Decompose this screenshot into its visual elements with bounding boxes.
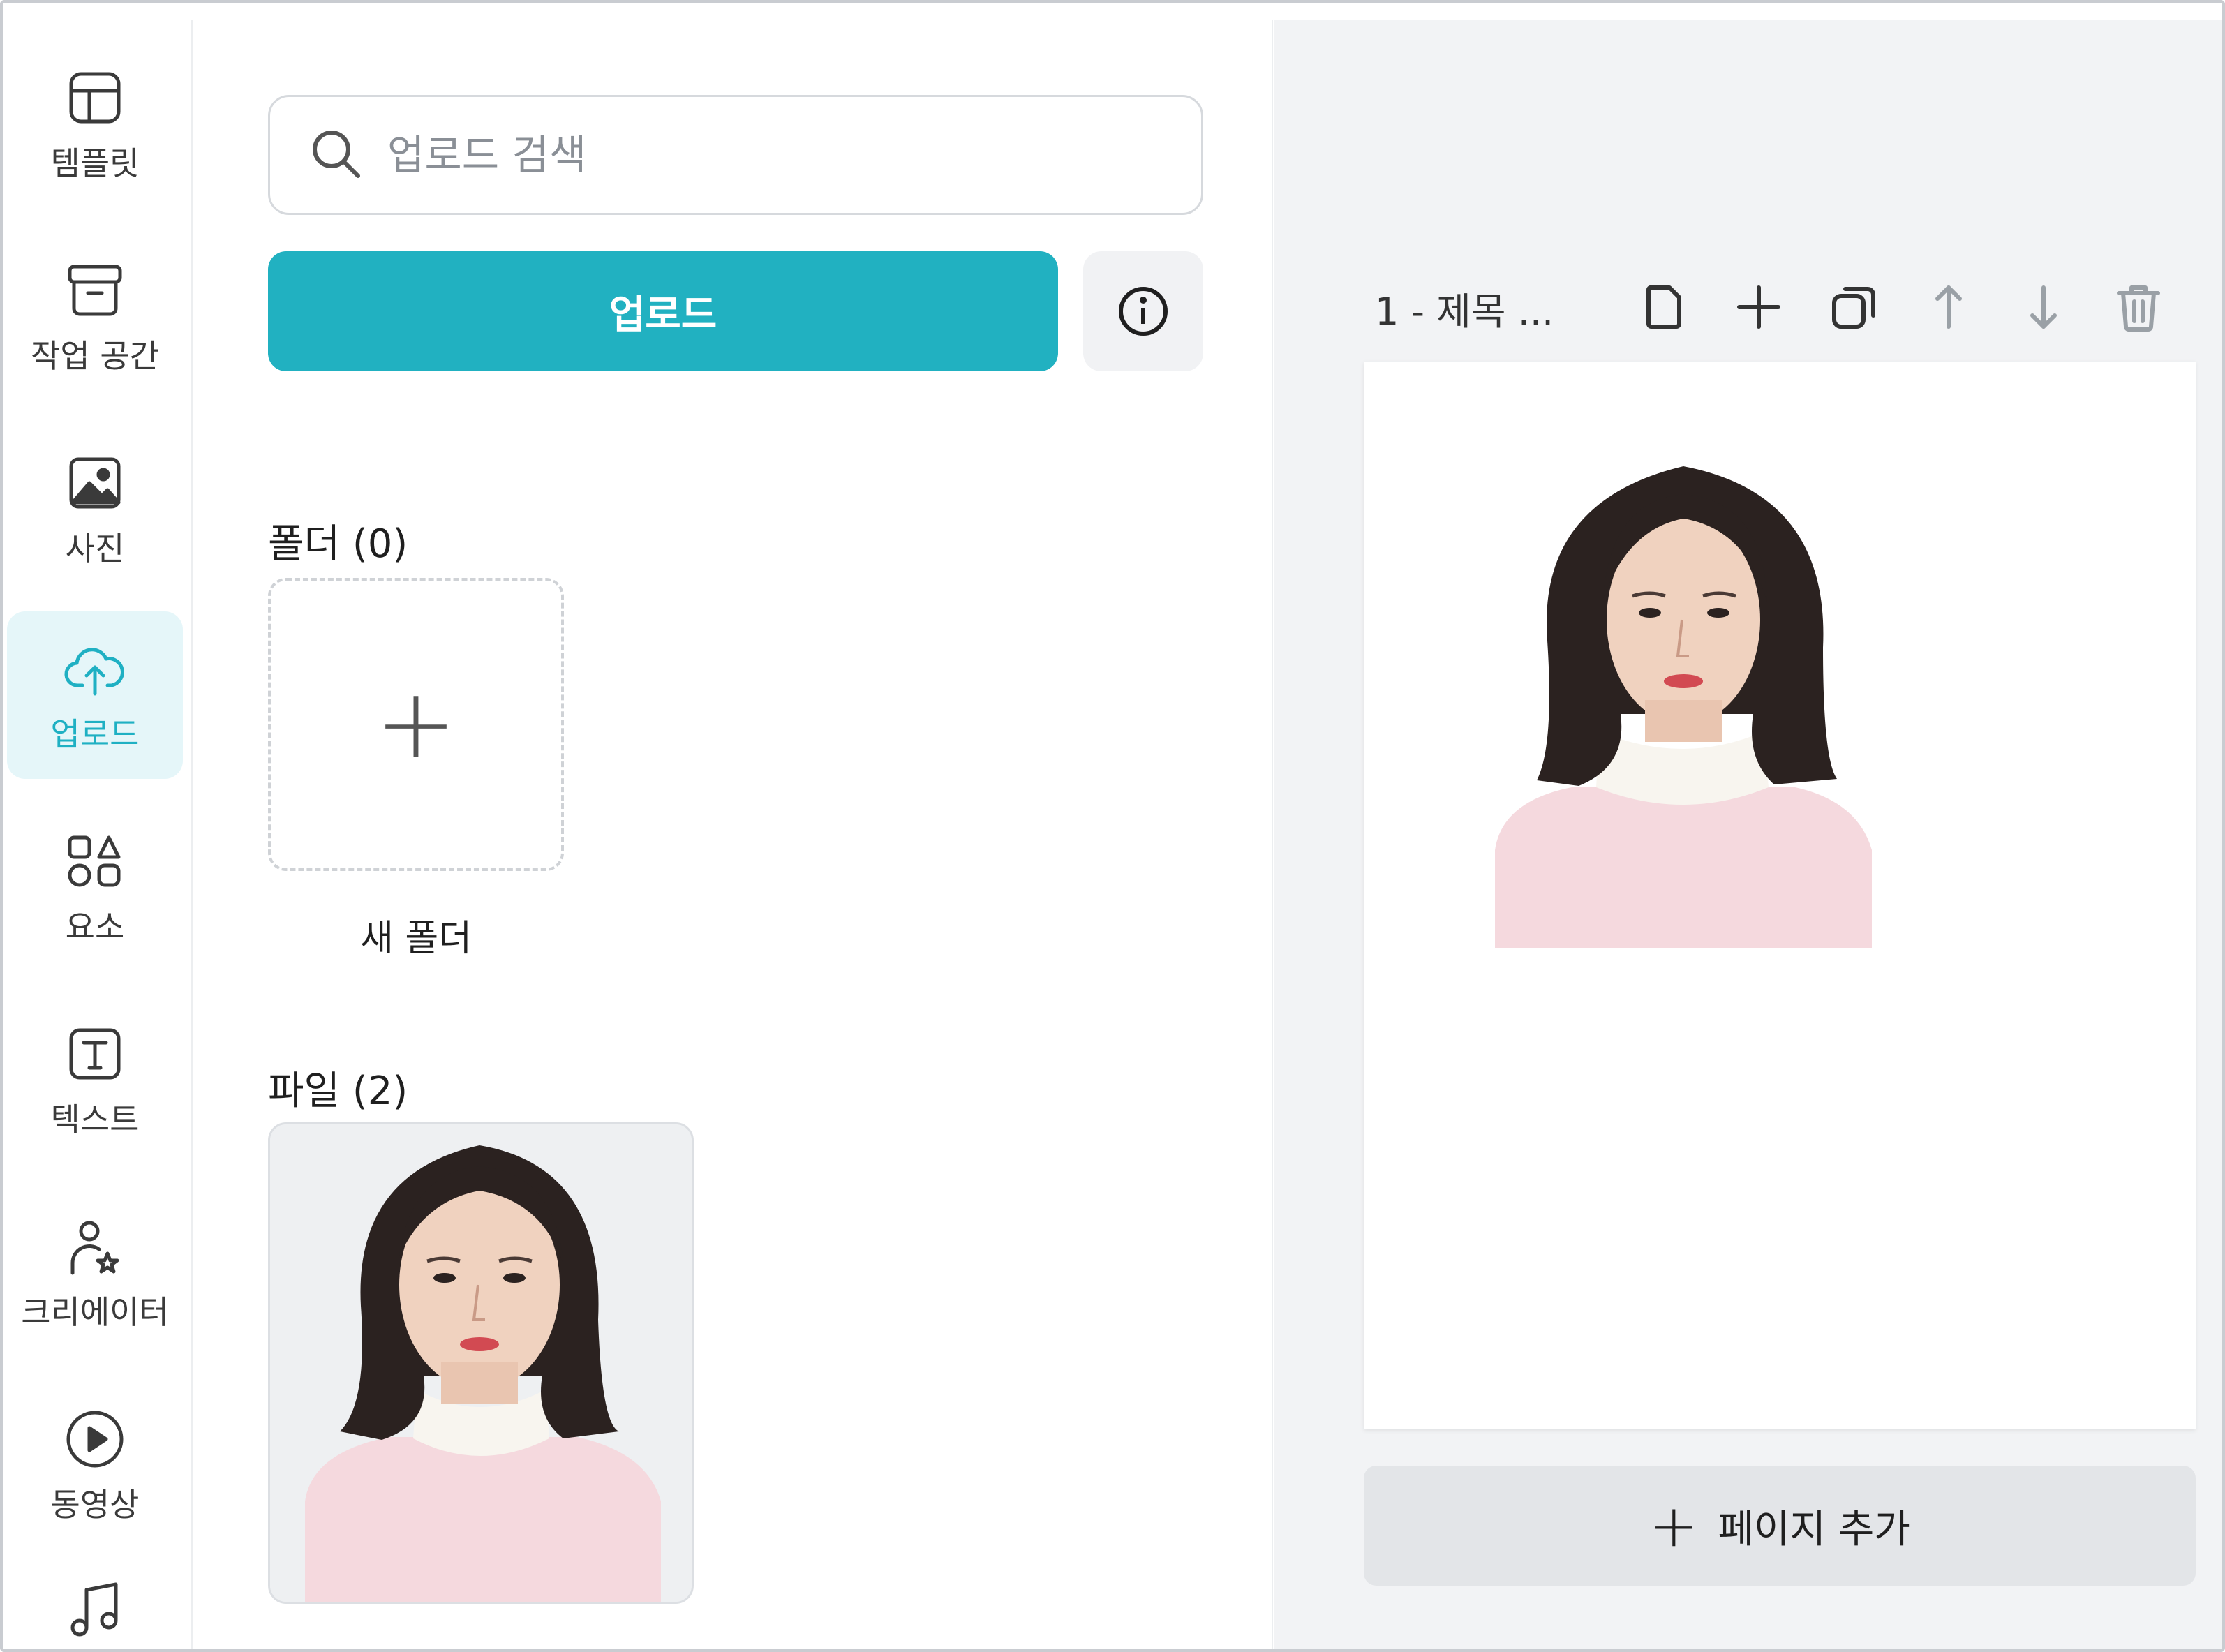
sidebar-item-workspace[interactable]: 작업 공간 <box>7 233 183 401</box>
page-note-button[interactable] <box>1629 272 1699 342</box>
creator-icon <box>61 1213 128 1280</box>
sidebar-item-audio[interactable] <box>7 1575 183 1649</box>
layout-icon <box>61 64 128 131</box>
add-page-label: 페이지 추가 <box>1718 1506 1910 1552</box>
photo-icon <box>61 449 128 516</box>
trash-icon <box>2117 285 2160 332</box>
uploaded-file-thumbnail[interactable] <box>268 1122 694 1604</box>
sidebar-item-photos[interactable]: 사진 <box>7 426 183 593</box>
sidebar-rail: 템플릿 작업 공간 사진 업로드 요소 텍스트 크리에이터 동영상 <box>3 20 193 1649</box>
plus-icon: + <box>1649 1491 1699 1560</box>
cloud-upload-icon <box>61 635 128 702</box>
shapes-icon <box>61 828 128 895</box>
duplicate-icon <box>1832 287 1875 329</box>
sidebar-item-label: 텍스트 <box>50 1101 140 1138</box>
sidebar-item-elements[interactable]: 요소 <box>7 804 183 972</box>
sidebar-item-label: 동영상 <box>50 1486 140 1524</box>
sidebar-item-videos[interactable]: 동영상 <box>7 1382 183 1549</box>
music-note-icon <box>61 1575 128 1642</box>
sidebar-item-templates[interactable]: 템플릿 <box>7 40 183 208</box>
sidebar-item-uploads[interactable]: 업로드 <box>7 611 183 779</box>
page-title[interactable]: 1 - 제목 ... <box>1375 281 1554 336</box>
uploads-panel: 업로드 폴더 (0) + 새 폴더 파일 (2) <box>194 20 1273 1649</box>
search-input[interactable] <box>387 131 1155 179</box>
upload-button[interactable]: 업로드 <box>268 251 1058 371</box>
sidebar-item-label: 템플릿 <box>50 144 140 182</box>
new-folder-label: 새 폴더 <box>359 918 472 960</box>
text-icon <box>61 1020 128 1087</box>
sidebar-item-label: 사진 <box>65 530 125 567</box>
delete-page-button[interactable] <box>2104 272 2173 342</box>
canvas-area: 1 - 제목 ... + 페이지 추가 <box>1274 20 2222 1649</box>
portrait-image <box>270 1124 692 1602</box>
arrow-up-icon <box>1935 285 1962 329</box>
plus-icon <box>1737 285 1780 329</box>
move-page-up-button[interactable] <box>1914 272 1984 342</box>
app-window: 템플릿 작업 공간 사진 업로드 요소 텍스트 크리에이터 동영상 업로드 검색… <box>0 0 2225 1652</box>
files-title: 파일 (2) <box>268 1069 408 1114</box>
sidebar-item-label: 업로드 <box>50 715 140 753</box>
archive-box-icon <box>61 257 128 324</box>
info-button[interactable] <box>1083 251 1203 371</box>
sidebar-item-label: 요소 <box>65 908 125 946</box>
note-icon <box>1646 285 1681 329</box>
info-icon <box>1119 287 1168 336</box>
move-page-down-button[interactable] <box>2009 272 2078 342</box>
folders-title: 폴더 (0) <box>268 521 408 567</box>
sidebar-item-text[interactable]: 텍스트 <box>7 997 183 1164</box>
play-circle-icon <box>61 1406 128 1473</box>
add-page-inline-button[interactable] <box>1724 272 1794 342</box>
sidebar-item-label: 작업 공간 <box>31 337 159 375</box>
portrait-image[interactable] <box>1495 459 1872 948</box>
sidebar-item-label: 크리에이터 <box>21 1293 169 1331</box>
search-box[interactable] <box>268 95 1203 215</box>
plus-icon: + <box>375 667 457 781</box>
add-page-button[interactable]: + 페이지 추가 <box>1364 1466 2196 1586</box>
sidebar-item-creators[interactable]: 크리에이터 <box>7 1189 183 1357</box>
duplicate-page-button[interactable] <box>1819 272 1889 342</box>
design-page[interactable] <box>1364 362 2196 1429</box>
search-icon <box>308 126 364 184</box>
arrow-down-icon <box>2030 285 2057 329</box>
new-folder-button[interactable]: + <box>268 578 564 871</box>
